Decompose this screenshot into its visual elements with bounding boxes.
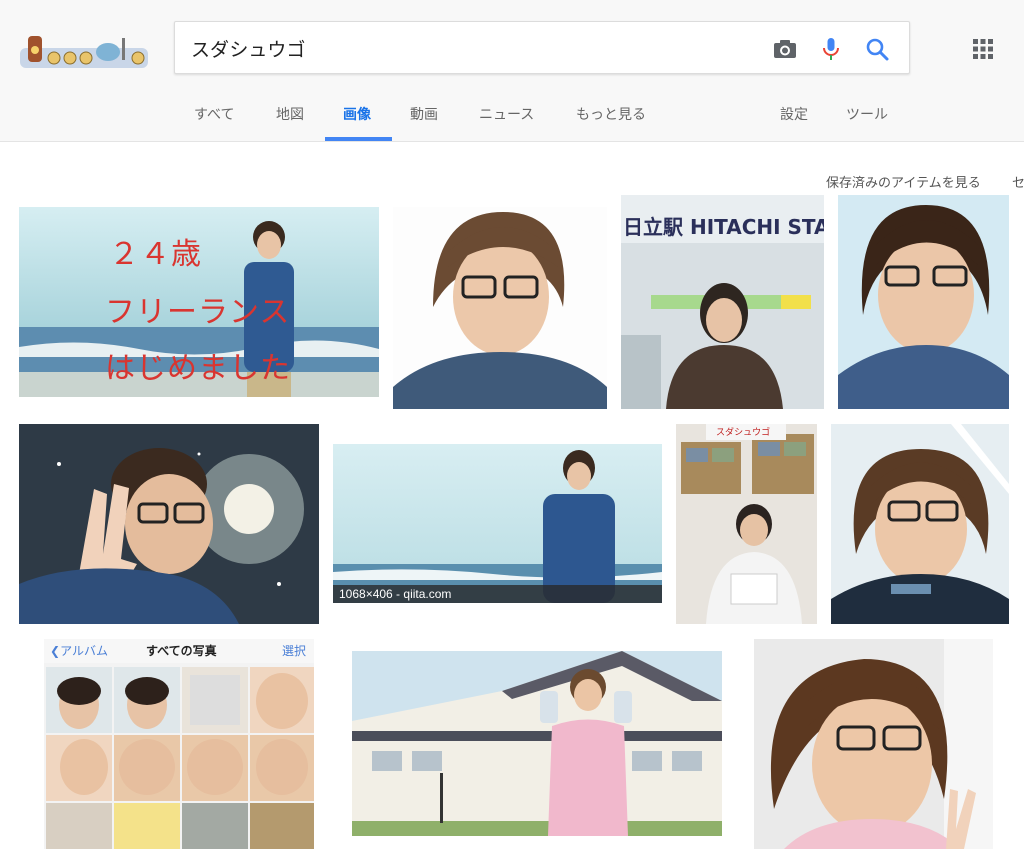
result-photo (352, 651, 722, 836)
chevron-left-icon: ❮ (50, 644, 61, 658)
image-result[interactable] (754, 639, 993, 849)
apps-grid-icon[interactable] (972, 38, 994, 60)
image-result[interactable]: ❮アルバム すべての写真 選択 (44, 639, 314, 849)
image-result[interactable] (838, 195, 1009, 409)
image-result[interactable] (352, 651, 722, 836)
tab-news[interactable]: ニュース (479, 104, 534, 124)
header: すべて 地図 画像 動画 ニュース もっと見る 設定 ツール (0, 0, 1024, 142)
album-back-link: ❮アルバム (50, 642, 108, 659)
microphone-icon[interactable] (817, 35, 845, 63)
overlay-line-2: フリーランス (105, 295, 291, 330)
image-result[interactable]: 日立駅 HITACHI STA (621, 195, 824, 409)
search-tabs: すべて 地図 画像 動画 ニュース もっと見る 設定 ツール (0, 96, 1024, 142)
image-result[interactable]: ２４歳 フリーランス はじめました (19, 207, 379, 397)
search-input[interactable] (191, 32, 751, 64)
search-box (174, 21, 910, 74)
tools-link[interactable]: ツール (846, 104, 888, 124)
album-back-label: アルバム (60, 644, 108, 658)
tab-images[interactable]: 画像 (343, 104, 371, 124)
google-doodle-logo[interactable] (18, 30, 152, 70)
search-icon[interactable] (863, 35, 891, 63)
image-result[interactable]: スダシュウゴ (676, 424, 817, 624)
album-select-label: 選択 (282, 644, 307, 658)
tab-more[interactable]: もっと見る (576, 104, 646, 124)
booth-sign: スダシュウゴ (716, 428, 771, 438)
settings-link[interactable]: 設定 (780, 104, 808, 124)
result-photo (44, 639, 314, 849)
tab-videos[interactable]: 動画 (410, 104, 438, 124)
active-tab-indicator (325, 137, 392, 141)
overlay-line-3: はじめました (105, 351, 291, 386)
result-photo (754, 639, 993, 849)
result-photo (333, 444, 662, 603)
result-photo (831, 424, 1009, 624)
result-photo (393, 207, 607, 409)
result-photo (838, 195, 1009, 409)
result-photo (676, 424, 817, 624)
image-result[interactable]: 1068×406 - qiita.com (333, 444, 662, 603)
image-result[interactable] (19, 424, 319, 624)
camera-icon[interactable] (771, 35, 799, 63)
safesearch-link[interactable]: セ (1012, 172, 1024, 191)
tab-all[interactable]: すべて (194, 104, 234, 124)
result-photo (19, 424, 319, 624)
image-result[interactable] (393, 207, 607, 409)
station-sign: 日立駅 HITACHI STA (623, 215, 824, 239)
image-dimension-source-label: 1068×406 - qiita.com (333, 585, 662, 603)
tab-maps[interactable]: 地図 (276, 104, 304, 124)
overlay-line-1: ２４歳 (109, 237, 202, 272)
saved-items-link[interactable]: 保存済みのアイテムを見る (826, 172, 981, 191)
album-title: すべての写真 (146, 644, 217, 658)
image-result[interactable] (831, 424, 1009, 624)
